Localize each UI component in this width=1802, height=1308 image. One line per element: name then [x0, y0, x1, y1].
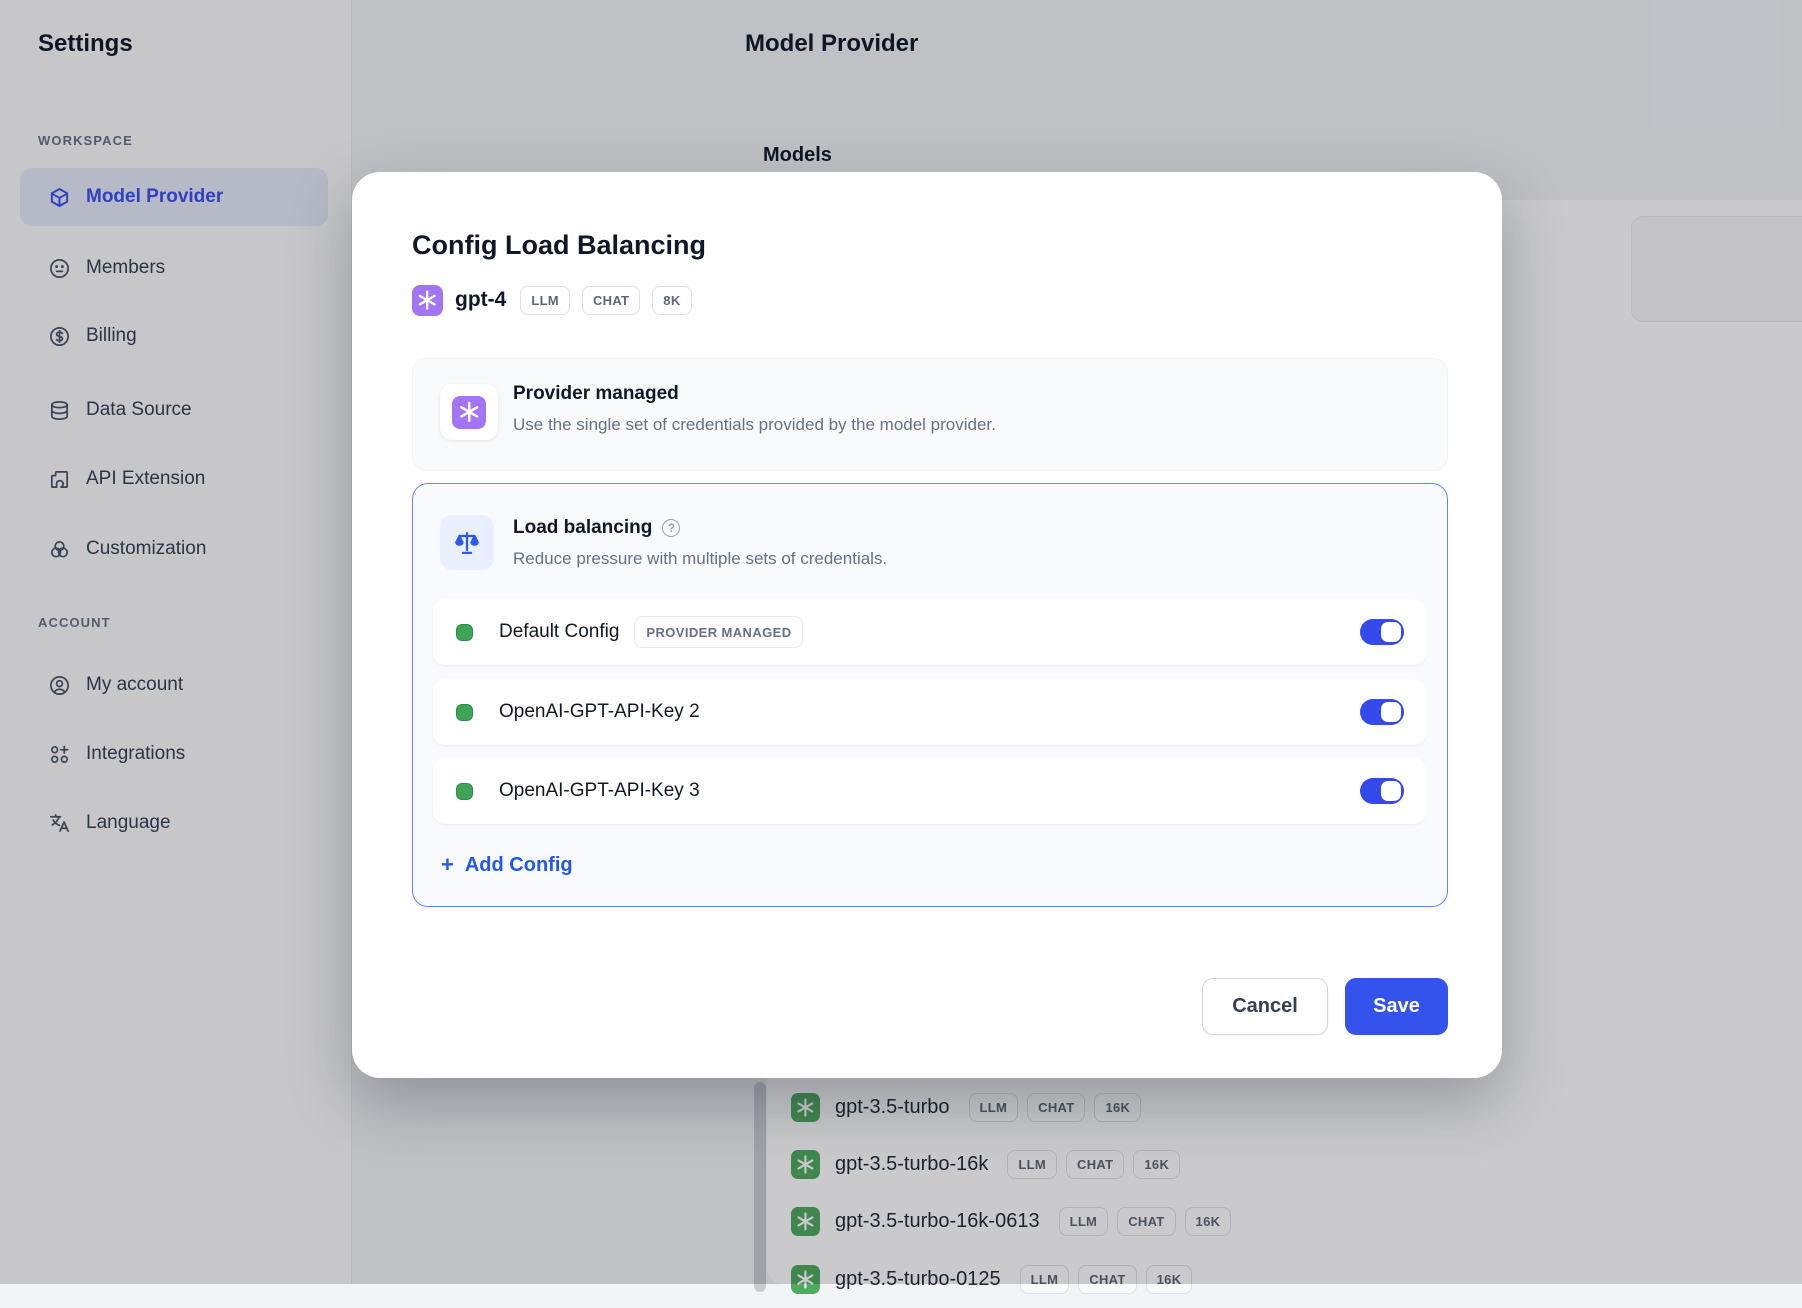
option-desc: Use the single set of credentials provid… — [513, 415, 996, 435]
model-context-badge: 8K — [652, 286, 691, 315]
load-balancing-label: Load balancing — [513, 517, 652, 539]
add-config-button[interactable]: + Add Config — [441, 852, 573, 878]
provider-managed-badge: PROVIDER MANAGED — [634, 616, 803, 648]
load-balancing-option[interactable]: Load balancing ? Reduce pressure with mu… — [412, 483, 1448, 907]
model-chip: gpt-4 LLM CHAT 8K — [412, 284, 692, 316]
modal-title: Config Load Balancing — [412, 230, 706, 261]
config-name: OpenAI-GPT-API-Key 3 — [499, 780, 700, 802]
help-icon[interactable]: ? — [662, 519, 680, 537]
provider-icon-tile — [440, 384, 498, 440]
config-toggle[interactable] — [1360, 778, 1404, 804]
option-title: Provider managed — [513, 383, 679, 405]
config-toggle[interactable] — [1360, 699, 1404, 725]
config-load-balancing-modal: Config Load Balancing gpt-4 LLM CHAT 8K … — [352, 172, 1502, 1078]
option-title: Load balancing ? — [513, 517, 680, 539]
add-config-label: Add Config — [465, 854, 573, 877]
balance-scale-icon — [453, 529, 481, 557]
model-mode-badge: CHAT — [582, 286, 640, 315]
save-button[interactable]: Save — [1345, 978, 1448, 1035]
openai-icon — [412, 285, 443, 316]
config-row[interactable]: OpenAI-GPT-API-Key 3 — [433, 758, 1426, 824]
model-name: gpt-4 — [455, 288, 506, 312]
openai-icon — [452, 396, 486, 429]
cancel-button[interactable]: Cancel — [1202, 978, 1328, 1035]
scale-icon-tile — [440, 515, 494, 570]
config-name: Default Config — [499, 621, 619, 643]
status-dot — [456, 783, 473, 800]
provider-managed-option[interactable]: Provider managed Use the single set of c… — [412, 358, 1448, 471]
plus-icon: + — [441, 852, 454, 878]
model-type-badge: LLM — [520, 286, 570, 315]
option-desc: Reduce pressure with multiple sets of cr… — [513, 549, 887, 569]
config-row[interactable]: OpenAI-GPT-API-Key 2 — [433, 679, 1426, 745]
status-dot — [456, 704, 473, 721]
config-row[interactable]: Default Config PROVIDER MANAGED — [433, 599, 1426, 665]
config-toggle[interactable] — [1360, 619, 1404, 645]
status-dot — [456, 624, 473, 641]
config-name: OpenAI-GPT-API-Key 2 — [499, 701, 700, 723]
